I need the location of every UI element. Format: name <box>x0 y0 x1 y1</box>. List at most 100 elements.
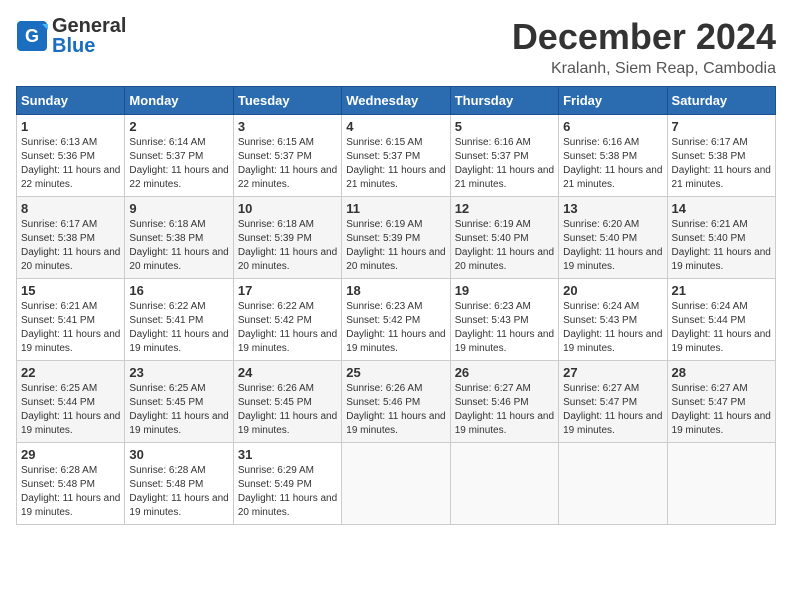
page-header: G General Blue December 2024 Kralanh, Si… <box>16 16 776 78</box>
calendar-cell: 31 Sunrise: 6:29 AMSunset: 5:49 PMDaylig… <box>233 443 341 525</box>
calendar-cell: 6 Sunrise: 6:16 AMSunset: 5:38 PMDayligh… <box>559 115 667 197</box>
calendar-cell: 12 Sunrise: 6:19 AMSunset: 5:40 PMDaylig… <box>450 197 558 279</box>
day-info: Sunrise: 6:27 AMSunset: 5:46 PMDaylight:… <box>455 382 554 438</box>
day-number: 31 <box>238 447 337 462</box>
calendar-cell: 18 Sunrise: 6:23 AMSunset: 5:42 PMDaylig… <box>342 279 450 361</box>
day-number: 17 <box>238 283 337 298</box>
logo-icon: G <box>16 20 48 52</box>
calendar-cell: 26 Sunrise: 6:27 AMSunset: 5:46 PMDaylig… <box>450 361 558 443</box>
day-number: 18 <box>346 283 445 298</box>
calendar-cell <box>667 443 775 525</box>
calendar-cell: 9 Sunrise: 6:18 AMSunset: 5:38 PMDayligh… <box>125 197 233 279</box>
day-number: 16 <box>129 283 228 298</box>
calendar-cell: 20 Sunrise: 6:24 AMSunset: 5:43 PMDaylig… <box>559 279 667 361</box>
day-info: Sunrise: 6:15 AMSunset: 5:37 PMDaylight:… <box>238 136 337 192</box>
day-number: 29 <box>21 447 120 462</box>
day-number: 7 <box>672 119 771 134</box>
calendar-cell: 27 Sunrise: 6:27 AMSunset: 5:47 PMDaylig… <box>559 361 667 443</box>
day-number: 13 <box>563 201 662 216</box>
day-number: 9 <box>129 201 228 216</box>
day-number: 21 <box>672 283 771 298</box>
day-number: 8 <box>21 201 120 216</box>
calendar-cell: 17 Sunrise: 6:22 AMSunset: 5:42 PMDaylig… <box>233 279 341 361</box>
day-info: Sunrise: 6:25 AMSunset: 5:45 PMDaylight:… <box>129 382 228 438</box>
calendar-cell: 11 Sunrise: 6:19 AMSunset: 5:39 PMDaylig… <box>342 197 450 279</box>
calendar-cell: 14 Sunrise: 6:21 AMSunset: 5:40 PMDaylig… <box>667 197 775 279</box>
day-info: Sunrise: 6:21 AMSunset: 5:40 PMDaylight:… <box>672 218 771 274</box>
day-number: 28 <box>672 365 771 380</box>
logo-general: General <box>52 15 126 37</box>
calendar-week-row: 8 Sunrise: 6:17 AMSunset: 5:38 PMDayligh… <box>17 197 776 279</box>
col-monday: Monday <box>125 87 233 115</box>
calendar-cell: 22 Sunrise: 6:25 AMSunset: 5:44 PMDaylig… <box>17 361 125 443</box>
day-number: 11 <box>346 201 445 216</box>
calendar-cell: 7 Sunrise: 6:17 AMSunset: 5:38 PMDayligh… <box>667 115 775 197</box>
day-info: Sunrise: 6:28 AMSunset: 5:48 PMDaylight:… <box>129 464 228 520</box>
day-info: Sunrise: 6:29 AMSunset: 5:49 PMDaylight:… <box>238 464 337 520</box>
day-number: 3 <box>238 119 337 134</box>
logo-blue: Blue <box>52 35 95 57</box>
day-number: 30 <box>129 447 228 462</box>
calendar-week-row: 29 Sunrise: 6:28 AMSunset: 5:48 PMDaylig… <box>17 443 776 525</box>
day-number: 1 <box>21 119 120 134</box>
day-number: 6 <box>563 119 662 134</box>
month-title: December 2024 <box>512 16 776 58</box>
day-info: Sunrise: 6:27 AMSunset: 5:47 PMDaylight:… <box>563 382 662 438</box>
day-info: Sunrise: 6:17 AMSunset: 5:38 PMDaylight:… <box>672 136 771 192</box>
col-friday: Friday <box>559 87 667 115</box>
calendar-cell: 10 Sunrise: 6:18 AMSunset: 5:39 PMDaylig… <box>233 197 341 279</box>
calendar-cell <box>342 443 450 525</box>
day-number: 12 <box>455 201 554 216</box>
day-info: Sunrise: 6:26 AMSunset: 5:45 PMDaylight:… <box>238 382 337 438</box>
calendar-cell: 21 Sunrise: 6:24 AMSunset: 5:44 PMDaylig… <box>667 279 775 361</box>
col-saturday: Saturday <box>667 87 775 115</box>
calendar-cell: 5 Sunrise: 6:16 AMSunset: 5:37 PMDayligh… <box>450 115 558 197</box>
calendar-cell: 16 Sunrise: 6:22 AMSunset: 5:41 PMDaylig… <box>125 279 233 361</box>
calendar-cell: 19 Sunrise: 6:23 AMSunset: 5:43 PMDaylig… <box>450 279 558 361</box>
calendar-cell: 1 Sunrise: 6:13 AMSunset: 5:36 PMDayligh… <box>17 115 125 197</box>
day-info: Sunrise: 6:28 AMSunset: 5:48 PMDaylight:… <box>21 464 120 520</box>
day-info: Sunrise: 6:17 AMSunset: 5:38 PMDaylight:… <box>21 218 120 274</box>
calendar-week-row: 22 Sunrise: 6:25 AMSunset: 5:44 PMDaylig… <box>17 361 776 443</box>
calendar-cell: 24 Sunrise: 6:26 AMSunset: 5:45 PMDaylig… <box>233 361 341 443</box>
day-number: 26 <box>455 365 554 380</box>
day-info: Sunrise: 6:16 AMSunset: 5:38 PMDaylight:… <box>563 136 662 192</box>
calendar-header-row: Sunday Monday Tuesday Wednesday Thursday… <box>17 87 776 115</box>
day-number: 4 <box>346 119 445 134</box>
day-number: 22 <box>21 365 120 380</box>
logo: G General Blue <box>16 16 126 56</box>
day-number: 24 <box>238 365 337 380</box>
day-info: Sunrise: 6:19 AMSunset: 5:40 PMDaylight:… <box>455 218 554 274</box>
day-info: Sunrise: 6:24 AMSunset: 5:44 PMDaylight:… <box>672 300 771 356</box>
calendar-week-row: 1 Sunrise: 6:13 AMSunset: 5:36 PMDayligh… <box>17 115 776 197</box>
day-info: Sunrise: 6:18 AMSunset: 5:38 PMDaylight:… <box>129 218 228 274</box>
calendar-week-row: 15 Sunrise: 6:21 AMSunset: 5:41 PMDaylig… <box>17 279 776 361</box>
title-area: December 2024 Kralanh, Siem Reap, Cambod… <box>512 16 776 78</box>
day-info: Sunrise: 6:15 AMSunset: 5:37 PMDaylight:… <box>346 136 445 192</box>
calendar-table: Sunday Monday Tuesday Wednesday Thursday… <box>16 86 776 525</box>
day-info: Sunrise: 6:24 AMSunset: 5:43 PMDaylight:… <box>563 300 662 356</box>
location-subtitle: Kralanh, Siem Reap, Cambodia <box>512 60 776 78</box>
day-info: Sunrise: 6:27 AMSunset: 5:47 PMDaylight:… <box>672 382 771 438</box>
day-info: Sunrise: 6:23 AMSunset: 5:43 PMDaylight:… <box>455 300 554 356</box>
day-number: 5 <box>455 119 554 134</box>
day-info: Sunrise: 6:13 AMSunset: 5:36 PMDaylight:… <box>21 136 120 192</box>
day-info: Sunrise: 6:25 AMSunset: 5:44 PMDaylight:… <box>21 382 120 438</box>
calendar-cell: 28 Sunrise: 6:27 AMSunset: 5:47 PMDaylig… <box>667 361 775 443</box>
calendar-cell: 15 Sunrise: 6:21 AMSunset: 5:41 PMDaylig… <box>17 279 125 361</box>
day-number: 2 <box>129 119 228 134</box>
day-info: Sunrise: 6:19 AMSunset: 5:39 PMDaylight:… <box>346 218 445 274</box>
day-info: Sunrise: 6:21 AMSunset: 5:41 PMDaylight:… <box>21 300 120 356</box>
calendar-cell: 2 Sunrise: 6:14 AMSunset: 5:37 PMDayligh… <box>125 115 233 197</box>
day-number: 15 <box>21 283 120 298</box>
calendar-cell: 30 Sunrise: 6:28 AMSunset: 5:48 PMDaylig… <box>125 443 233 525</box>
day-number: 27 <box>563 365 662 380</box>
day-number: 14 <box>672 201 771 216</box>
day-info: Sunrise: 6:22 AMSunset: 5:42 PMDaylight:… <box>238 300 337 356</box>
col-sunday: Sunday <box>17 87 125 115</box>
col-tuesday: Tuesday <box>233 87 341 115</box>
day-info: Sunrise: 6:22 AMSunset: 5:41 PMDaylight:… <box>129 300 228 356</box>
day-info: Sunrise: 6:20 AMSunset: 5:40 PMDaylight:… <box>563 218 662 274</box>
calendar-cell: 3 Sunrise: 6:15 AMSunset: 5:37 PMDayligh… <box>233 115 341 197</box>
calendar-cell: 13 Sunrise: 6:20 AMSunset: 5:40 PMDaylig… <box>559 197 667 279</box>
